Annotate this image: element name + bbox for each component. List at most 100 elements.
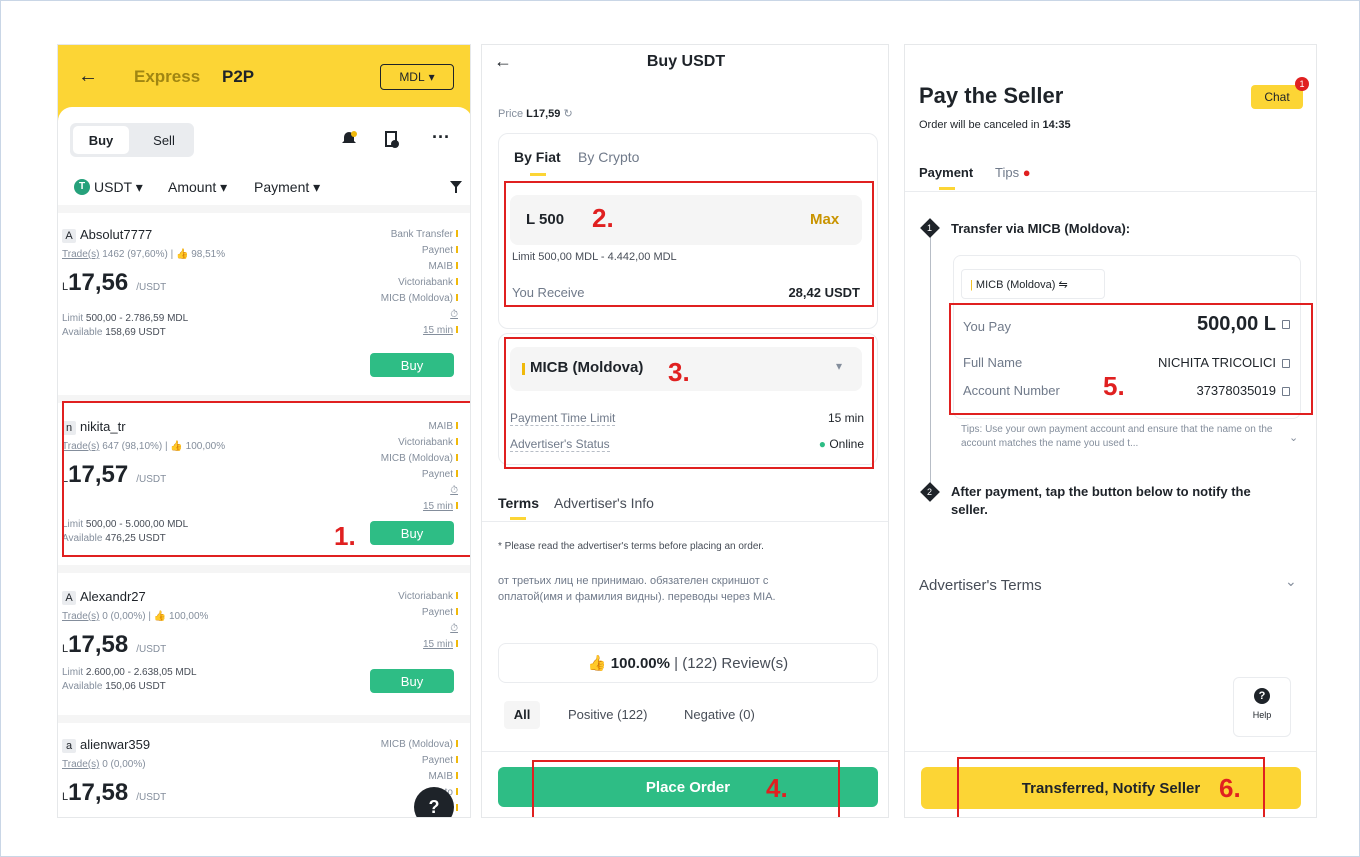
step-line <box>930 235 931 485</box>
currency-select[interactable]: MDL ▾ <box>380 64 454 90</box>
limit-value: 2.600,00 - 2.638,05 MDL <box>85 667 197 678</box>
limit-text: Limit 500,00 - 2.786,59 MDL <box>62 313 188 324</box>
chevron-down-icon[interactable]: ⌄ <box>1285 573 1297 590</box>
payment-method: MICB (Moldova) <box>381 291 458 307</box>
time-limit: ⏱ 15 min <box>381 307 458 339</box>
price-value: L17,59 <box>526 108 561 120</box>
payment-method: MICB (Moldova) <box>381 737 458 753</box>
trade-stats: Trade(s) 1462 (97,60%) | 👍 98,51% <box>62 249 226 260</box>
tab-indicator <box>530 173 546 176</box>
avatar: A <box>62 591 76 605</box>
chat-badge: 1 <box>1295 77 1309 91</box>
payment-method: Victoriabank <box>381 275 458 291</box>
payment-methods: Victoriabank Paynet ⏱ 15 min <box>398 589 458 653</box>
divider <box>482 521 888 522</box>
tab-tips[interactable]: Tips ● <box>995 165 1031 180</box>
step-marker-1: 1. <box>334 521 356 551</box>
tab-by-crypto[interactable]: By Crypto <box>578 149 639 165</box>
thumb-up-icon: 👍 <box>587 655 607 672</box>
price: L17,56/USDT <box>62 269 166 297</box>
yellow-bar-icon: | <box>970 279 973 291</box>
amount-filter[interactable]: Amount ▾ <box>168 179 227 196</box>
expand-chevron-icon[interactable]: ⌄ <box>1289 431 1298 444</box>
thumb-icon: 👍 <box>175 249 189 260</box>
advertiser-terms[interactable]: Advertiser's Terms <box>919 577 1042 594</box>
notification-settings-icon[interactable] <box>340 130 358 148</box>
seller-name-text: Alexandr27 <box>80 589 146 604</box>
filter-all[interactable]: All <box>504 701 540 729</box>
trade-stats: Trade(s) 0 (0,00%) <box>62 759 146 770</box>
available-value: 150,06 USDT <box>105 681 166 692</box>
trades-value: 1462 (97,60%) <box>102 249 168 260</box>
red-dot-icon: ● <box>1022 165 1031 180</box>
limit-text: Limit 2.600,00 - 2.638,05 MDL <box>62 667 197 678</box>
tab-terms[interactable]: Terms <box>498 495 539 511</box>
cancel-time: 14:35 <box>1042 119 1071 131</box>
buy-button[interactable]: Buy <box>370 353 454 377</box>
seller-name[interactable]: a alienwar359 <box>62 737 150 753</box>
buy-button[interactable]: Buy <box>370 669 454 693</box>
terms-text: от третьих лиц не принимаю. обязателен с… <box>498 575 776 603</box>
chat-button[interactable]: Chat <box>1251 85 1303 109</box>
sell-tab[interactable]: Sell <box>138 126 190 154</box>
back-arrow-icon[interactable]: ← <box>78 65 98 88</box>
question-icon: ? <box>1254 688 1270 704</box>
tab-p2p[interactable]: P2P <box>222 67 254 87</box>
price-value: 17,58 <box>68 779 129 806</box>
filter-positive[interactable]: Positive (122) <box>568 707 647 722</box>
rate-value: 98,51% <box>191 249 226 260</box>
price-value: 17,56 <box>68 269 129 296</box>
payment-filter[interactable]: Payment ▾ <box>254 179 320 196</box>
available-label: Available <box>62 327 103 338</box>
price: L17,58/USDT <box>62 631 166 659</box>
amount-filter-label: Amount <box>168 179 217 195</box>
review-count: | (122) Review(s) <box>674 654 789 672</box>
highlight-box-2 <box>504 181 874 307</box>
refresh-icon[interactable]: ↻ <box>563 108 572 120</box>
orders-icon[interactable] <box>384 131 400 149</box>
seller-card: a alienwar359 Trade(s) 0 (0,00%) L17,58/U… <box>58 719 470 817</box>
time-limit-value: 15 min <box>398 637 458 653</box>
currency-value: MDL <box>399 70 425 84</box>
buy-usdt-panel: ← Buy USDT Price L17,59 ↻ By Fiat By Cry… <box>481 44 889 818</box>
seller-name-text: alienwar359 <box>80 737 151 752</box>
reviews-summary[interactable]: 👍 100.00% | (122) Review(s) <box>498 643 878 683</box>
highlight-box-4 <box>532 760 840 817</box>
tab-express[interactable]: Express <box>134 67 200 87</box>
trades-value: 0 (0,00%) <box>102 759 146 770</box>
seller-name[interactable]: A Absolut7777 <box>62 227 152 243</box>
buy-tab[interactable]: Buy <box>73 126 129 154</box>
asset-filter-label: USDT <box>94 179 132 195</box>
tab-advertiser-info[interactable]: Advertiser's Info <box>554 495 654 511</box>
bank-chip[interactable]: | MICB (Moldova) ⇋ <box>961 269 1105 299</box>
filter-negative[interactable]: Negative (0) <box>684 707 755 722</box>
limit-label: Limit <box>62 667 84 678</box>
help-label: Help <box>1252 710 1272 720</box>
help-button[interactable]: ? Help <box>1233 677 1291 737</box>
available-text: Available 150,06 USDT <box>62 681 166 692</box>
step-number: 2 <box>927 487 933 497</box>
avatar: A <box>62 229 76 243</box>
highlight-box-3 <box>504 337 874 469</box>
seller-name-text: Absolut7777 <box>80 227 153 242</box>
highlight-box-5 <box>949 303 1313 415</box>
payment-method: Victoriabank <box>398 589 458 605</box>
seller-name[interactable]: A Alexandr27 <box>62 589 146 605</box>
trades-label: Trade(s) <box>62 611 100 622</box>
asset-filter[interactable]: USDT ▾ <box>94 179 143 196</box>
more-icon[interactable]: ··· <box>432 127 450 148</box>
filter-icon[interactable] <box>450 181 462 193</box>
trades-value: 0 (0,00%) <box>102 611 146 622</box>
step2-text: After payment, tap the button below to n… <box>951 484 1251 517</box>
cancel-timer: Order will be canceled in 14:35 <box>919 119 1071 131</box>
page-title: Pay the Seller <box>919 83 1064 108</box>
tips-text: Tips: Use your own payment account and e… <box>961 424 1273 449</box>
tab-payment[interactable]: Payment <box>919 165 973 180</box>
price-row: Price L17,59 ↻ <box>498 107 573 120</box>
pay-seller-panel: Pay the Seller Chat 1 Order will be canc… <box>904 44 1317 818</box>
thumb-icon: 👍 <box>153 611 167 622</box>
step1-text: Transfer via MICB (Moldova): <box>951 221 1131 236</box>
tab-by-fiat[interactable]: By Fiat <box>514 149 561 165</box>
highlight-box-6 <box>957 757 1265 817</box>
rate-value: 100,00% <box>168 611 209 622</box>
